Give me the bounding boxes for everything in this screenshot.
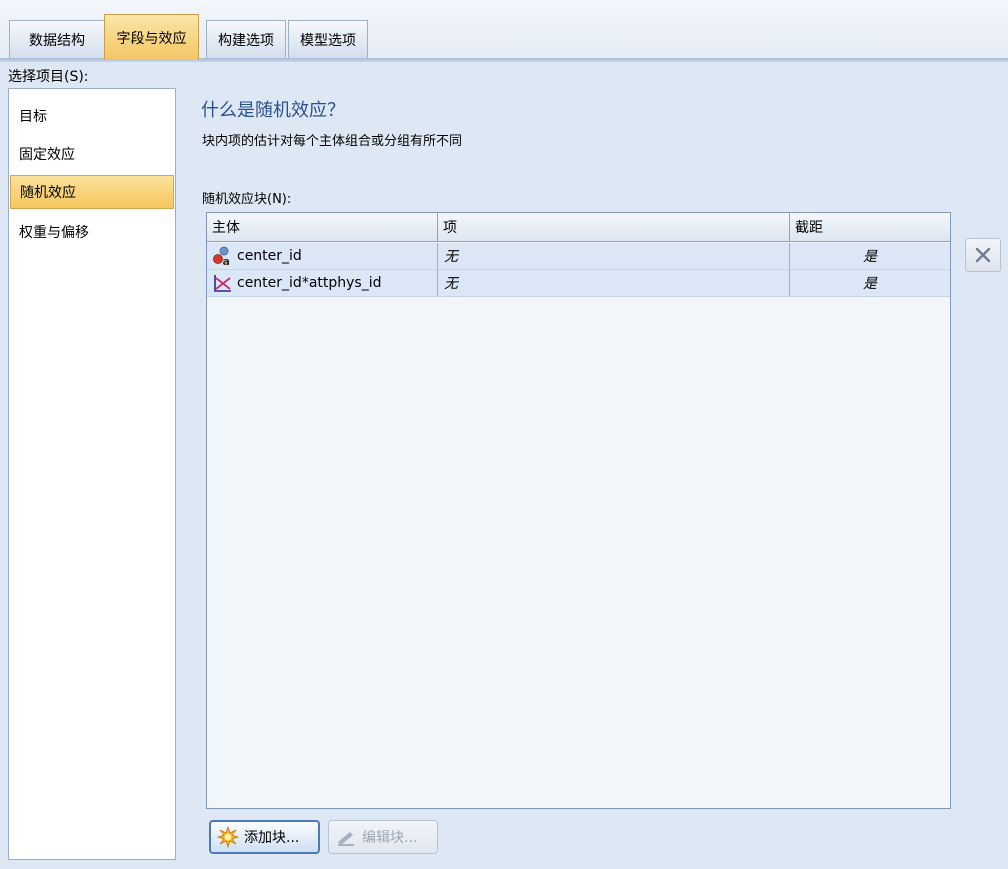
column-header-intercept[interactable]: 截距: [790, 213, 950, 241]
column-header-subject[interactable]: 主体: [207, 213, 438, 241]
svg-text:a: a: [223, 255, 230, 266]
cell-term[interactable]: 无: [438, 243, 790, 269]
cell-subject[interactable]: center_id*attphys_id: [207, 270, 438, 296]
sidebar-item-fixed-effects[interactable]: 固定效应: [10, 137, 174, 171]
tab-build-options[interactable]: 构建选项: [206, 20, 286, 58]
close-icon: [975, 247, 991, 263]
table-header: 主体 项 截距: [207, 213, 950, 242]
edit-block-label: 编辑块...: [362, 830, 418, 846]
subject-text: center_id*attphys_id: [237, 275, 382, 291]
tab-fields-effects[interactable]: 字段与效应: [104, 14, 199, 60]
nominal-field-icon: a: [213, 246, 230, 266]
page-title: 什么是随机效应？: [201, 100, 345, 121]
edit-icon: [338, 832, 354, 846]
delete-block-button[interactable]: [965, 238, 1001, 272]
cell-term[interactable]: 无: [438, 270, 790, 296]
starburst-icon: [217, 826, 239, 848]
tab-model-options[interactable]: 模型选项: [288, 20, 368, 58]
page-description: 块内项的估计对每个主体组合或分组有所不同: [202, 134, 463, 149]
sidebar-item-weight-offset[interactable]: 权重与偏移: [10, 215, 174, 249]
table-row[interactable]: center_id*attphys_id 无 是: [207, 270, 950, 297]
column-header-term[interactable]: 项: [438, 213, 790, 241]
sidebar-item-target[interactable]: 目标: [10, 99, 174, 133]
cell-intercept[interactable]: 是: [790, 243, 950, 269]
tab-data-structure[interactable]: 数据结构: [9, 20, 105, 58]
add-block-button[interactable]: 添加块...: [209, 820, 320, 854]
edit-block-button[interactable]: 编辑块...: [328, 820, 438, 854]
random-effect-block-table[interactable]: 主体 项 截距 a center_id 无 是 center_id*attphy…: [206, 212, 951, 809]
table-row[interactable]: a center_id 无 是: [207, 243, 950, 270]
cell-intercept[interactable]: 是: [790, 270, 950, 296]
sidebar-item-random-effects[interactable]: 随机效应: [10, 175, 174, 209]
cell-subject[interactable]: a center_id: [207, 243, 438, 269]
subject-text: center_id: [237, 248, 302, 264]
add-block-label: 添加块...: [244, 830, 300, 846]
sidebar: 目标 固定效应 随机效应 权重与偏移: [8, 88, 176, 860]
select-item-label: 选择项目(S):: [8, 69, 89, 85]
interaction-icon: [214, 275, 231, 292]
random-effect-block-label: 随机效应块(N):: [202, 192, 292, 207]
